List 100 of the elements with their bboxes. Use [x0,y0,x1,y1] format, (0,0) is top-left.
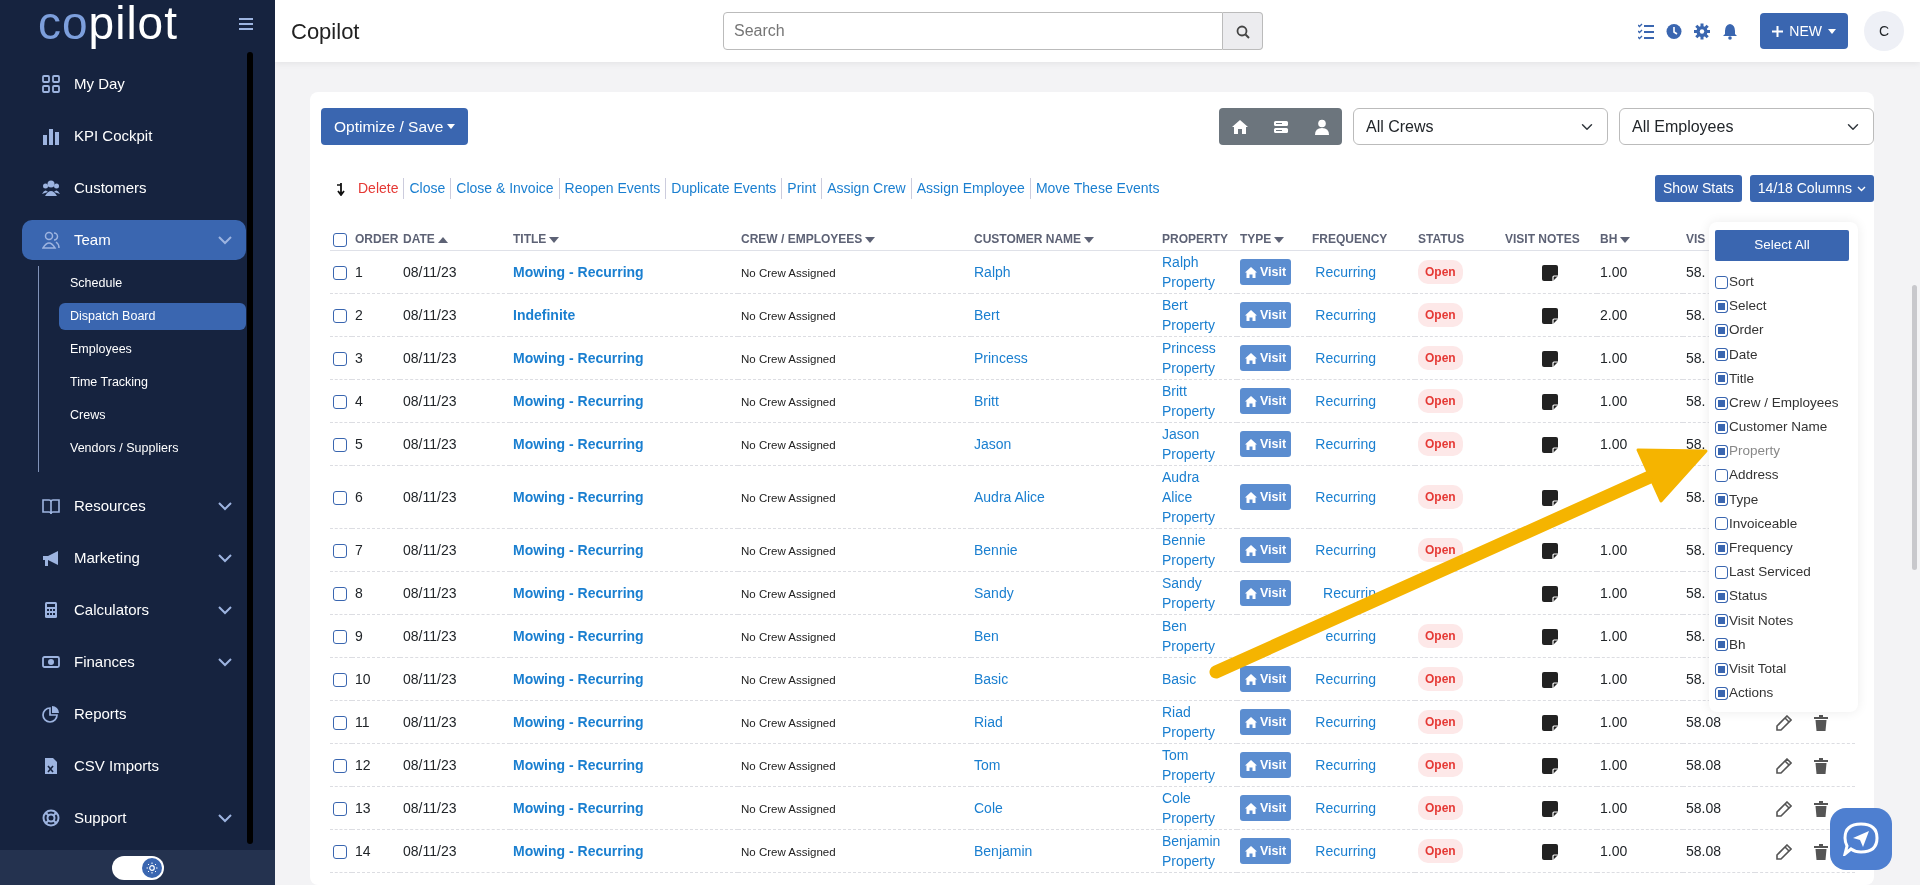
checklist-button[interactable] [1638,22,1655,40]
checkbox[interactable] [1715,348,1728,362]
settings-button[interactable] [1694,22,1711,40]
column-option[interactable]: Address [1715,463,1844,488]
customer-link[interactable]: Riad [974,714,1003,730]
select-all-checkbox[interactable] [333,232,347,247]
customer-link[interactable]: Jason [974,436,1012,452]
row-checkbox[interactable] [333,716,347,731]
checkbox[interactable] [1715,614,1728,628]
sidebar-item[interactable]: Resources [22,486,246,526]
property-link[interactable]: Benjamin Property [1162,831,1230,871]
sidebar-item[interactable]: CSV Imports [22,746,246,786]
row-checkbox[interactable] [333,438,347,453]
column-option[interactable]: Title [1715,366,1844,391]
sidebar-item[interactable]: Support [22,798,246,838]
pencil-icon[interactable] [1776,715,1792,732]
customer-link[interactable]: Audra Alice [974,489,1045,505]
chat-button[interactable] [1830,808,1892,870]
column-option[interactable]: Invoiceable [1715,511,1844,537]
checkbox[interactable] [1715,299,1728,313]
checkbox[interactable] [1715,565,1728,579]
row-checkbox[interactable] [333,266,347,281]
checkbox[interactable] [1715,396,1728,410]
row-checkbox[interactable] [333,309,347,324]
note-icon[interactable] [1541,437,1558,454]
sidebar-item[interactable]: KPI Cockpit [22,116,246,156]
column-option[interactable]: Status [1715,584,1844,609]
customer-link[interactable]: Sandy [974,585,1014,601]
customer-link[interactable]: Benjamin [974,843,1033,859]
note-icon[interactable] [1541,351,1558,368]
clock-button[interactable] [1666,22,1683,40]
delete-link[interactable]: Delete [353,178,404,199]
frequency-link[interactable]: Recurring [1312,798,1376,818]
frequency-link[interactable]: Recurring [1312,540,1376,560]
crew-filter[interactable]: All Crews [1353,108,1608,145]
user-avatar[interactable]: C [1864,11,1904,51]
column-header[interactable]: CUSTOMER NAME [974,232,1082,246]
checkbox[interactable] [1715,323,1728,337]
column-header[interactable]: BH [1600,232,1618,246]
checkbox[interactable] [1715,517,1728,531]
sidebar-subitem[interactable]: Crews [59,402,246,429]
row-checkbox[interactable] [333,630,347,645]
column-option[interactable]: Frequency [1715,536,1844,561]
note-icon[interactable] [1541,586,1558,603]
column-option[interactable]: Order [1715,318,1844,343]
property-link[interactable]: Ben Property [1162,616,1230,656]
note-icon[interactable] [1541,490,1558,507]
frequency-link[interactable]: Recurring [1312,487,1376,507]
column-option[interactable]: Crew / Employees [1715,390,1844,416]
checkbox[interactable] [1715,493,1728,507]
checkbox[interactable] [1715,686,1728,700]
property-link[interactable]: Cole Property [1162,788,1230,828]
search-field[interactable]: Search [723,12,1223,50]
event-title-link[interactable]: Mowing - Recurring [513,714,644,730]
frequency-link[interactable]: Recurring [1312,712,1376,732]
event-title-link[interactable]: Mowing - Recurring [513,264,644,280]
pencil-icon[interactable] [1776,844,1792,861]
sidebar-item[interactable]: Customers [22,168,246,208]
sidebar-subitem[interactable]: Employees [59,336,246,363]
checkbox[interactable] [1715,638,1728,652]
property-link[interactable]: Audra Alice Property [1162,467,1230,527]
event-title-link[interactable]: Mowing - Recurring [513,757,644,773]
sidebar-subitem[interactable]: Time Tracking [59,369,246,396]
property-link[interactable]: Britt Property [1162,381,1230,421]
event-title-link[interactable]: Mowing - Recurring [513,542,644,558]
event-title-link[interactable]: Mowing - Recurring [513,489,644,505]
action-link[interactable]: Close [403,178,451,199]
action-link[interactable]: Assign Crew [821,178,911,199]
frequency-link[interactable]: Recurrin [1312,583,1376,603]
sidebar-item[interactable]: Marketing [22,538,246,578]
customer-link[interactable]: Bert [974,307,1000,323]
action-link[interactable]: Move These Events [1029,178,1165,199]
event-title-link[interactable]: Mowing - Recurring [513,350,644,366]
note-icon[interactable] [1541,394,1558,411]
trash-icon[interactable] [1814,801,1828,818]
customer-link[interactable]: Cole [974,800,1003,816]
customer-link[interactable]: Ben [974,628,999,644]
event-title-link[interactable]: Mowing - Recurring [513,585,644,601]
show-stats-button[interactable]: Show Stats [1655,175,1742,202]
note-icon[interactable] [1541,672,1558,689]
property-link[interactable]: Basic [1162,669,1230,689]
sidebar-item[interactable]: Calculators [22,590,246,630]
note-icon[interactable] [1541,308,1558,325]
customer-link[interactable]: Ralph [974,264,1011,280]
property-link[interactable]: Jason Property [1162,424,1230,464]
event-title-link[interactable]: Mowing - Recurring [513,671,644,687]
property-link[interactable]: Bert Property [1162,295,1230,335]
row-checkbox[interactable] [333,544,347,559]
sidebar-item[interactable]: Finances [22,642,246,682]
sidebar-subitem[interactable]: Vendors / Suppliers [59,435,246,462]
column-option[interactable]: Select [1715,294,1844,319]
property-link[interactable]: Bennie Property [1162,530,1230,570]
action-link[interactable]: Print [781,178,822,199]
frequency-link[interactable]: Recurring [1312,391,1376,411]
checkbox[interactable] [1715,469,1728,483]
sort-arrow-icon[interactable] [335,181,345,196]
sidebar-item[interactable]: Team [22,220,246,260]
theme-toggle[interactable] [111,855,164,880]
column-option[interactable]: Visit Notes [1715,608,1844,633]
checkbox[interactable] [1715,372,1728,386]
